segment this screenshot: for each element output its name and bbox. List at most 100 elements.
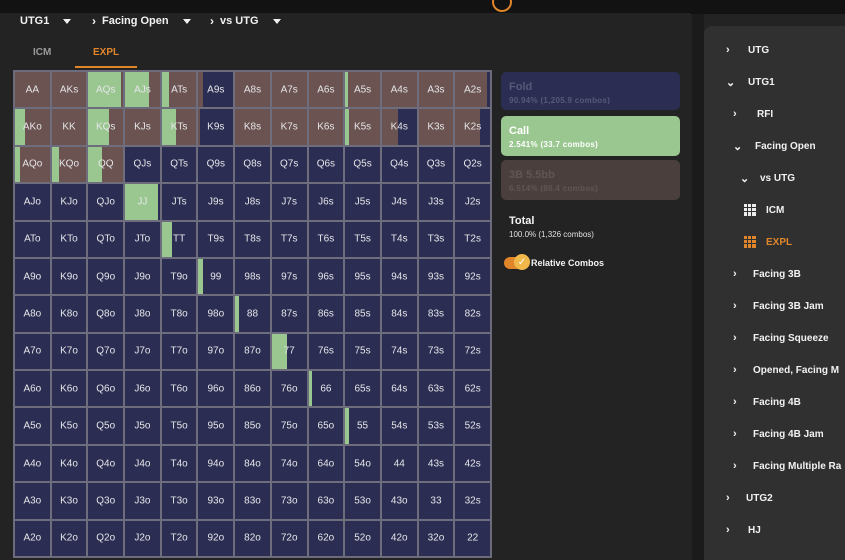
hand-cell[interactable]: Q8o: [87, 295, 125, 333]
hand-cell[interactable]: A9s: [197, 71, 235, 109]
hand-cell[interactable]: Q5s: [344, 145, 381, 184]
tree-item-facing-open[interactable]: ⌄ Facing Open: [733, 140, 816, 153]
hand-cell[interactable]: AJo: [14, 183, 51, 221]
hand-cell[interactable]: 95o: [197, 407, 235, 445]
hand-cell[interactable]: 99: [197, 257, 235, 296]
hand-cell[interactable]: Q5o: [87, 407, 125, 445]
hand-cell[interactable]: 64s: [380, 370, 418, 408]
tree-item-facing-3b[interactable]: › Facing 3B: [733, 268, 801, 280]
hand-cell[interactable]: J8s: [234, 183, 271, 221]
hand-cell[interactable]: 87o: [234, 332, 271, 371]
hand-cell[interactable]: 97s: [270, 257, 308, 296]
hand-cell[interactable]: J5s: [344, 183, 381, 221]
hand-cell[interactable]: A8s: [234, 71, 271, 109]
hand-cell[interactable]: A2s: [454, 71, 491, 109]
hand-cell[interactable]: J4o: [124, 444, 161, 483]
hand-cell[interactable]: Q9s: [197, 145, 235, 184]
hand-cell[interactable]: K3o: [50, 482, 88, 520]
tab-expl[interactable]: EXPL: [93, 47, 119, 58]
hand-cell[interactable]: T4s: [380, 220, 418, 258]
hand-cell[interactable]: A4s: [380, 71, 418, 109]
hand-cell[interactable]: J4s: [380, 183, 418, 221]
hand-cell[interactable]: 54o: [344, 444, 381, 483]
hand-cell[interactable]: 82o: [234, 519, 271, 557]
tree-item-facing-multiple[interactable]: › Facing Multiple Ra: [733, 460, 841, 472]
hand-cell[interactable]: T2s: [454, 220, 491, 258]
hand-cell[interactable]: K2o: [50, 519, 88, 557]
tree-item-rfi[interactable]: › RFI: [733, 108, 773, 120]
tree-item-opened-facing[interactable]: › Opened, Facing M: [733, 364, 839, 376]
hand-cell[interactable]: Q2s: [454, 145, 491, 184]
hand-cell[interactable]: QJs: [124, 145, 161, 184]
hand-cell[interactable]: 86s: [307, 295, 345, 333]
hand-cell[interactable]: J7s: [270, 183, 308, 221]
hand-cell[interactable]: 75s: [344, 332, 381, 371]
hand-cell[interactable]: 84s: [380, 295, 418, 333]
hand-cell[interactable]: Q6s: [307, 145, 345, 184]
hand-cell[interactable]: 76o: [270, 370, 308, 408]
hand-cell[interactable]: AQs: [87, 71, 125, 109]
hand-cell[interactable]: J8o: [124, 295, 161, 333]
hand-cell[interactable]: 92o: [197, 519, 235, 557]
hand-cell[interactable]: 93s: [417, 257, 455, 296]
hand-cell[interactable]: K3s: [417, 108, 455, 146]
hand-cell[interactable]: T7s: [270, 220, 308, 258]
hand-cell[interactable]: 64o: [307, 444, 345, 483]
hand-cell[interactable]: KQs: [87, 108, 125, 146]
hand-cell[interactable]: 73s: [417, 332, 455, 371]
hand-cell[interactable]: J9s: [197, 183, 235, 221]
hand-cell[interactable]: 74s: [380, 332, 418, 371]
hand-cell[interactable]: K4s: [380, 108, 418, 146]
hand-cell[interactable]: J7o: [124, 332, 161, 371]
hand-cell[interactable]: 93o: [197, 482, 235, 520]
hand-cell[interactable]: 32o: [417, 519, 455, 557]
hand-cell[interactable]: Q8s: [234, 145, 271, 184]
hand-cell[interactable]: T6s: [307, 220, 345, 258]
legend-3bet[interactable]: 3B 5.5bb 6.514% (86.4 combos): [501, 160, 680, 200]
hand-cell[interactable]: Q4o: [87, 444, 125, 483]
hand-cell[interactable]: JJ: [124, 183, 161, 221]
hand-cell[interactable]: K8s: [234, 108, 271, 146]
hand-cell[interactable]: T9s: [197, 220, 235, 258]
hand-cell[interactable]: J3s: [417, 183, 455, 221]
hand-cell[interactable]: ATo: [14, 220, 51, 258]
hand-cell[interactable]: K9o: [50, 257, 88, 296]
hand-cell[interactable]: Q3o: [87, 482, 125, 520]
hand-cell[interactable]: 72o: [270, 519, 308, 557]
hand-cell[interactable]: 98o: [197, 295, 235, 333]
hand-cell[interactable]: 83o: [234, 482, 271, 520]
hand-cell[interactable]: A6o: [14, 370, 51, 408]
hand-cell[interactable]: T8s: [234, 220, 271, 258]
hand-cell[interactable]: A3o: [14, 482, 51, 520]
hand-cell[interactable]: KJs: [124, 108, 161, 146]
hand-cell[interactable]: 43o: [380, 482, 418, 520]
tree-item-hj[interactable]: › HJ: [726, 524, 761, 536]
hand-cell[interactable]: 53s: [417, 407, 455, 445]
hand-cell[interactable]: 44: [380, 444, 418, 483]
hand-cell[interactable]: 63o: [307, 482, 345, 520]
legend-call[interactable]: Call 2.541% (33.7 combos): [501, 116, 680, 156]
hand-cell[interactable]: J2o: [124, 519, 161, 557]
hand-cell[interactable]: T6o: [160, 370, 198, 408]
hand-cell[interactable]: 55: [344, 407, 381, 445]
hand-cell[interactable]: AKo: [14, 108, 51, 146]
hand-cell[interactable]: 42o: [380, 519, 418, 557]
hand-cell[interactable]: 88: [234, 295, 271, 333]
hand-cell[interactable]: T8o: [160, 295, 198, 333]
hand-cell[interactable]: A5s: [344, 71, 381, 109]
hand-cell[interactable]: 83s: [417, 295, 455, 333]
hand-cell[interactable]: K7o: [50, 332, 88, 371]
hand-cell[interactable]: K7s: [270, 108, 308, 146]
hand-cell[interactable]: A8o: [14, 295, 51, 333]
hand-cell[interactable]: 82s: [454, 295, 491, 333]
tree-item-facing-squeeze[interactable]: › Facing Squeeze: [733, 332, 829, 344]
hand-cell[interactable]: 65o: [307, 407, 345, 445]
hand-cell[interactable]: 96o: [197, 370, 235, 408]
hand-cell[interactable]: J6s: [307, 183, 345, 221]
hand-cell[interactable]: AJs: [124, 71, 161, 109]
hand-cell[interactable]: 73o: [270, 482, 308, 520]
tree-item-icm[interactable]: ICM: [744, 204, 784, 216]
breadcrumb-position[interactable]: UTG1: [20, 13, 72, 29]
hand-cell[interactable]: T5s: [344, 220, 381, 258]
tree-item-utg[interactable]: › UTG: [726, 44, 769, 56]
